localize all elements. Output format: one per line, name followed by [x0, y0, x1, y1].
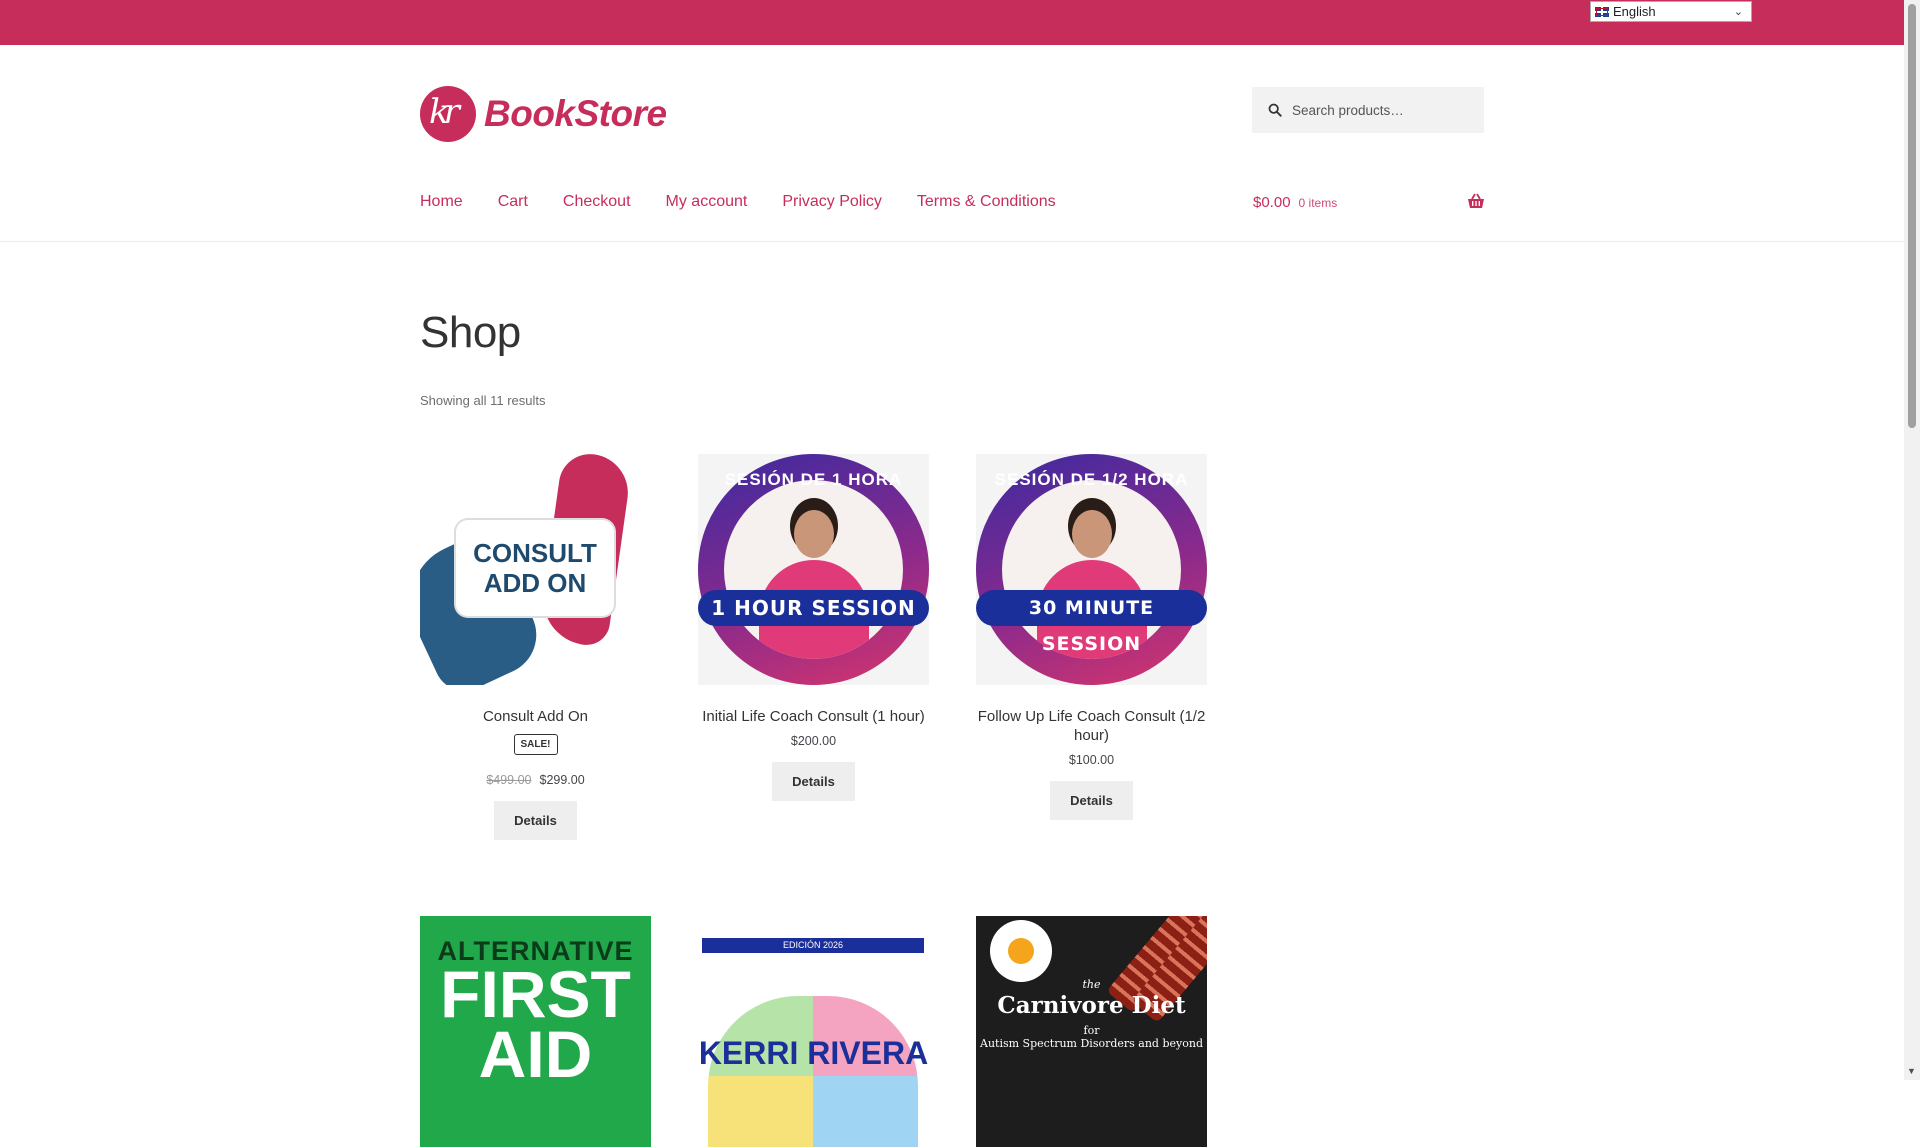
- search-icon: [1268, 103, 1282, 117]
- uk-flag-icon: [1595, 6, 1609, 17]
- product-card: SESIÓN DE 1/2 HORA 30 MINUTE SESSION Fol…: [976, 454, 1207, 820]
- product-price: $200.00: [790, 734, 837, 748]
- header-divider: [0, 241, 1904, 242]
- product-title[interactable]: Follow Up Life Coach Consult (1/2 hour): [976, 707, 1207, 745]
- search-box: [1252, 87, 1484, 133]
- nav-privacy-policy[interactable]: Privacy Policy: [782, 193, 882, 211]
- sale-price: $299.00: [539, 773, 585, 787]
- nav-checkout[interactable]: Checkout: [563, 193, 631, 211]
- primary-navigation: Home Cart Checkout My account Privacy Po…: [420, 193, 1091, 211]
- product-title[interactable]: Initial Life Coach Consult (1 hour): [698, 707, 929, 726]
- result-count: Showing all 11 results: [420, 393, 546, 408]
- old-price: $499.00: [486, 773, 532, 787]
- details-button[interactable]: Details: [494, 801, 577, 840]
- page-title: Shop: [420, 308, 521, 357]
- language-select[interactable]: English ⌄: [1590, 1, 1752, 22]
- site-logo[interactable]: kr BookStore: [420, 86, 667, 142]
- chevron-down-icon: ⌄: [1733, 6, 1743, 18]
- product-card: EDICIÓN 2026 KERRI RIVERA: [698, 916, 929, 1147]
- product-title[interactable]: Consult Add On: [420, 707, 651, 726]
- top-bar: English ⌄: [0, 0, 1904, 45]
- nav-home[interactable]: Home: [420, 193, 463, 211]
- product-image[interactable]: SESIÓN DE 1/2 HORA 30 MINUTE SESSION: [976, 454, 1207, 685]
- cart-count: 0 items: [1298, 195, 1338, 210]
- site-name: BookStore: [484, 93, 667, 134]
- product-card: SESIÓN DE 1 HORA 1 HOUR SESSION Initial …: [698, 454, 929, 801]
- product-image[interactable]: ALTERNATIVE FIRST AID: [420, 916, 651, 1147]
- product-image[interactable]: EDICIÓN 2026 KERRI RIVERA: [698, 916, 929, 1147]
- cart-amount: $0.00: [1253, 194, 1291, 211]
- product-image[interactable]: the Carnivore Diet for Autism Spectrum Di…: [976, 916, 1207, 1147]
- nav-my-account[interactable]: My account: [666, 193, 748, 211]
- details-button[interactable]: Details: [772, 762, 855, 801]
- language-label: English: [1613, 4, 1656, 19]
- product-image[interactable]: CONSULT ADD ON: [420, 454, 651, 685]
- details-button[interactable]: Details: [1050, 781, 1133, 820]
- product-card: CONSULT ADD ON Consult Add On SALE! $499.…: [420, 454, 651, 840]
- product-card: the Carnivore Diet for Autism Spectrum Di…: [976, 916, 1207, 1147]
- sale-badge: SALE!: [513, 734, 558, 755]
- scrollbar-thumb[interactable]: [1908, 4, 1916, 428]
- nav-terms-conditions[interactable]: Terms & Conditions: [917, 193, 1056, 211]
- scrollbar[interactable]: ▼: [1904, 0, 1920, 1080]
- product-price: $499.00 $299.00: [420, 773, 651, 787]
- nav-cart[interactable]: Cart: [498, 193, 528, 211]
- product-price: $100.00: [1068, 753, 1115, 767]
- logo-mark: kr: [420, 86, 476, 142]
- product-image[interactable]: SESIÓN DE 1 HORA 1 HOUR SESSION: [698, 454, 929, 685]
- search-input[interactable]: [1290, 101, 1484, 119]
- basket-icon: [1468, 193, 1484, 208]
- product-card: ALTERNATIVE FIRST AID: [420, 916, 651, 1147]
- scroll-down-arrow[interactable]: ▼: [1907, 1066, 1916, 1076]
- header-cart[interactable]: $0.00 0 items: [1253, 193, 1485, 211]
